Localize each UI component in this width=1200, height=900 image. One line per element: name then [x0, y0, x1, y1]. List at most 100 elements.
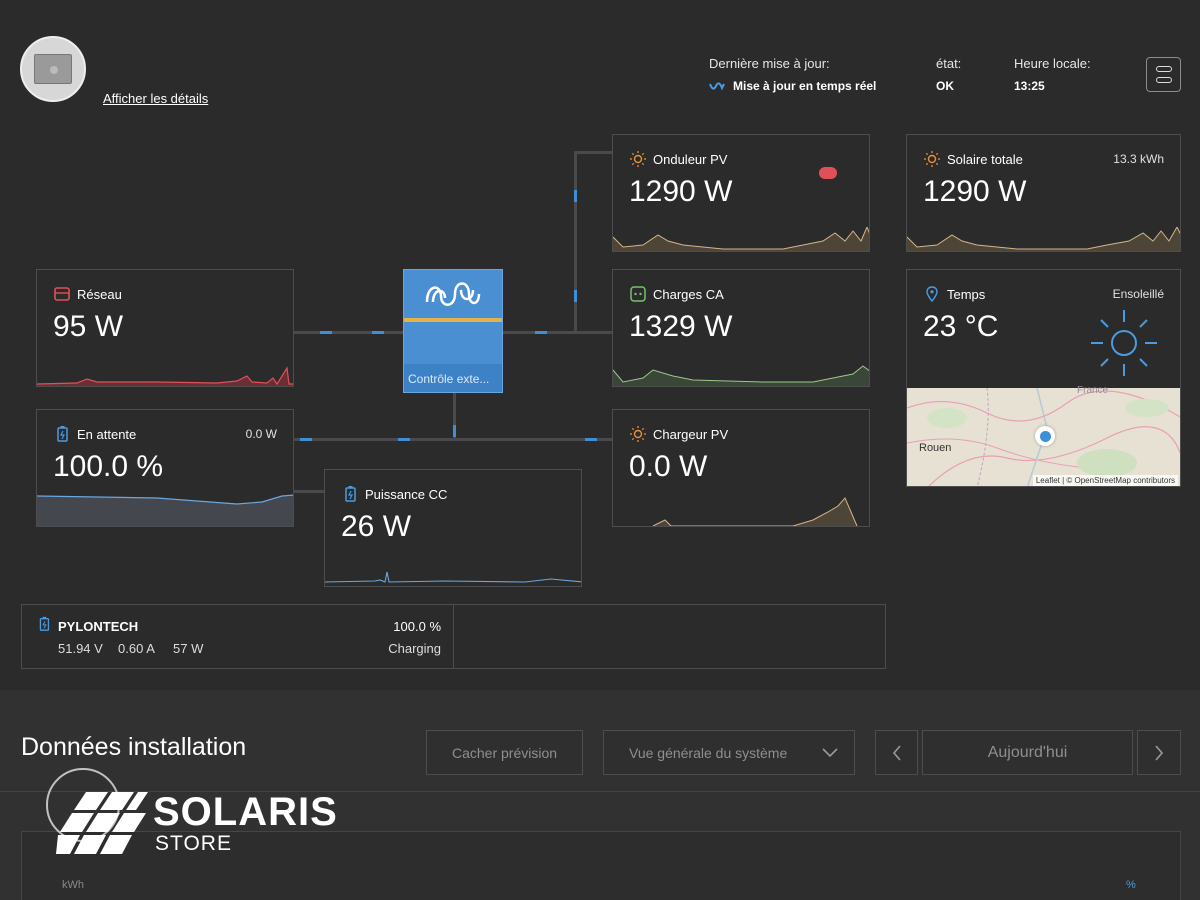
view-select[interactable]: Vue générale du système	[603, 730, 855, 775]
dc-power-card[interactable]: Puissance CC 26 W	[324, 469, 582, 587]
solar-panel-logo-icon	[56, 792, 148, 854]
inverter-block[interactable]: Contrôle exte...	[403, 269, 503, 393]
flow-dot	[585, 438, 597, 441]
flow-dot	[453, 425, 456, 437]
local-time-label: Heure locale:	[1014, 56, 1091, 71]
pv-charger-card[interactable]: Chargeur PV 0.0 W	[612, 409, 870, 527]
pv-charger-title: Chargeur PV	[653, 427, 729, 442]
battery-icon	[39, 616, 50, 631]
sun-icon	[924, 151, 940, 167]
sun-icon	[630, 151, 646, 167]
battery-icon	[345, 486, 356, 502]
grid-sparkline	[37, 366, 293, 386]
weather-card[interactable]: Temps Ensoleillé 23 °C France Rouen Leaf…	[906, 269, 1181, 487]
ac-loads-title: Charges CA	[653, 287, 724, 302]
next-day-button[interactable]	[1137, 730, 1181, 775]
dc-power-sparkline	[325, 571, 581, 583]
plug-icon	[630, 286, 646, 302]
total-solar-value: 1290 W	[923, 175, 1027, 208]
total-solar-sparkline	[907, 227, 1180, 251]
grid-connection-line	[293, 331, 403, 334]
dc-power-title: Puissance CC	[365, 487, 448, 502]
realtime-icon	[709, 79, 725, 97]
local-time-value: 13:25	[1014, 79, 1045, 93]
weather-title: Temps	[947, 287, 986, 302]
standby-sparkline	[37, 494, 293, 526]
map-city-label: Rouen	[919, 442, 952, 454]
chart-y-right-unit: %	[1126, 879, 1136, 891]
grid-icon	[54, 287, 70, 301]
pv-inverter-title: Onduleur PV	[653, 152, 728, 167]
limit-badge-icon	[819, 167, 837, 179]
flow-dot	[574, 290, 577, 302]
pv-charger-value: 0.0 W	[629, 450, 708, 483]
weather-condition: Ensoleillé	[1112, 287, 1164, 301]
state-label: état:	[936, 56, 962, 71]
pv-charger-sparkline	[652, 497, 858, 526]
chevron-down-icon	[822, 748, 838, 758]
battery-icon	[57, 426, 68, 442]
ac-loads-connection-line	[503, 331, 613, 334]
dc-power-value: 26 W	[341, 510, 412, 543]
pv-inverter-sparkline	[613, 227, 869, 251]
show-details-link[interactable]: Afficher les détails	[103, 91, 208, 106]
standby-value: 100.0 %	[53, 450, 164, 483]
state-value: OK	[936, 79, 954, 93]
battery-voltage: 51.94 V	[58, 641, 103, 656]
installation-title: Données installation	[21, 733, 247, 761]
pv-inverter-connection-line	[574, 151, 613, 154]
battery-name: PYLONTECH	[58, 619, 139, 634]
device-icon	[34, 54, 72, 84]
standby-title: En attente	[77, 427, 137, 442]
total-solar-energy: 13.3 kWh	[1113, 152, 1164, 166]
ac-loads-card[interactable]: Charges CA 1329 W	[612, 269, 870, 387]
ac-loads-sparkline	[613, 365, 869, 386]
flow-dot	[300, 438, 312, 441]
battery-panel[interactable]: PYLONTECH 51.94 V 0.60 A 57 W 100.0 % Ch…	[21, 604, 886, 669]
battery-current: 0.60 A	[118, 641, 155, 656]
watermark-brand: SOLARIS	[153, 790, 338, 834]
pv-inverter-value: 1290 W	[629, 175, 733, 208]
sunny-weather-icon	[1091, 310, 1157, 376]
ac-loads-value: 1329 W	[629, 310, 733, 343]
today-button[interactable]: Aujourd'hui	[922, 730, 1133, 775]
battery-state: Charging	[388, 641, 441, 656]
map-region-label: France	[1077, 385, 1109, 396]
grid-value: 95 W	[53, 310, 124, 343]
chevron-right-icon	[1155, 744, 1164, 761]
last-update-label: Dernière mise à jour:	[709, 56, 830, 71]
map-attribution[interactable]: Leaflet | © OpenStreetMap contributors	[1032, 475, 1178, 486]
last-update-value: Mise à jour en temps réel	[733, 79, 877, 93]
flow-dot	[320, 331, 332, 334]
location-pin-icon	[926, 286, 938, 303]
grid-card[interactable]: Réseau 95 W	[36, 269, 294, 387]
total-solar-title: Solaire totale	[947, 152, 1023, 167]
location-map[interactable]: France Rouen Leaflet | © OpenStreetMap c…	[907, 385, 1180, 486]
pv-inverter-card[interactable]: Onduleur PV 1290 W	[612, 134, 870, 252]
flow-dot	[372, 331, 384, 334]
view-select-value: Vue générale du système	[629, 744, 788, 761]
flow-dot	[535, 331, 547, 334]
victron-logo-icon	[404, 270, 502, 318]
inverter-label: Contrôle exte...	[404, 364, 502, 392]
flow-dot	[398, 438, 410, 441]
total-solar-card[interactable]: Solaire totale 13.3 kWh 1290 W	[906, 134, 1181, 252]
dc-power-connection-line	[293, 490, 324, 493]
chart-y-left-unit: kWh	[62, 879, 84, 891]
hide-forecast-button[interactable]: Cacher prévision	[426, 730, 583, 775]
battery-summary: PYLONTECH 51.94 V 0.60 A 57 W 100.0 % Ch…	[22, 605, 454, 668]
inverter-stripe	[404, 318, 502, 322]
previous-day-button[interactable]	[875, 730, 918, 775]
dc-bus-line	[293, 438, 613, 441]
settings-toggle-button[interactable]	[1146, 57, 1181, 92]
temperature-value: 23 °C	[923, 310, 999, 343]
chevron-left-icon	[892, 744, 901, 761]
battery-power: 57 W	[173, 641, 204, 656]
sun-icon	[630, 426, 646, 442]
location-marker-icon[interactable]	[1035, 426, 1055, 446]
grid-title: Réseau	[77, 287, 122, 302]
device-avatar	[20, 36, 86, 102]
standby-card[interactable]: En attente 0.0 W 100.0 %	[36, 409, 294, 527]
battery-soc: 100.0 %	[393, 619, 441, 634]
watermark-sub: STORE	[155, 832, 232, 855]
